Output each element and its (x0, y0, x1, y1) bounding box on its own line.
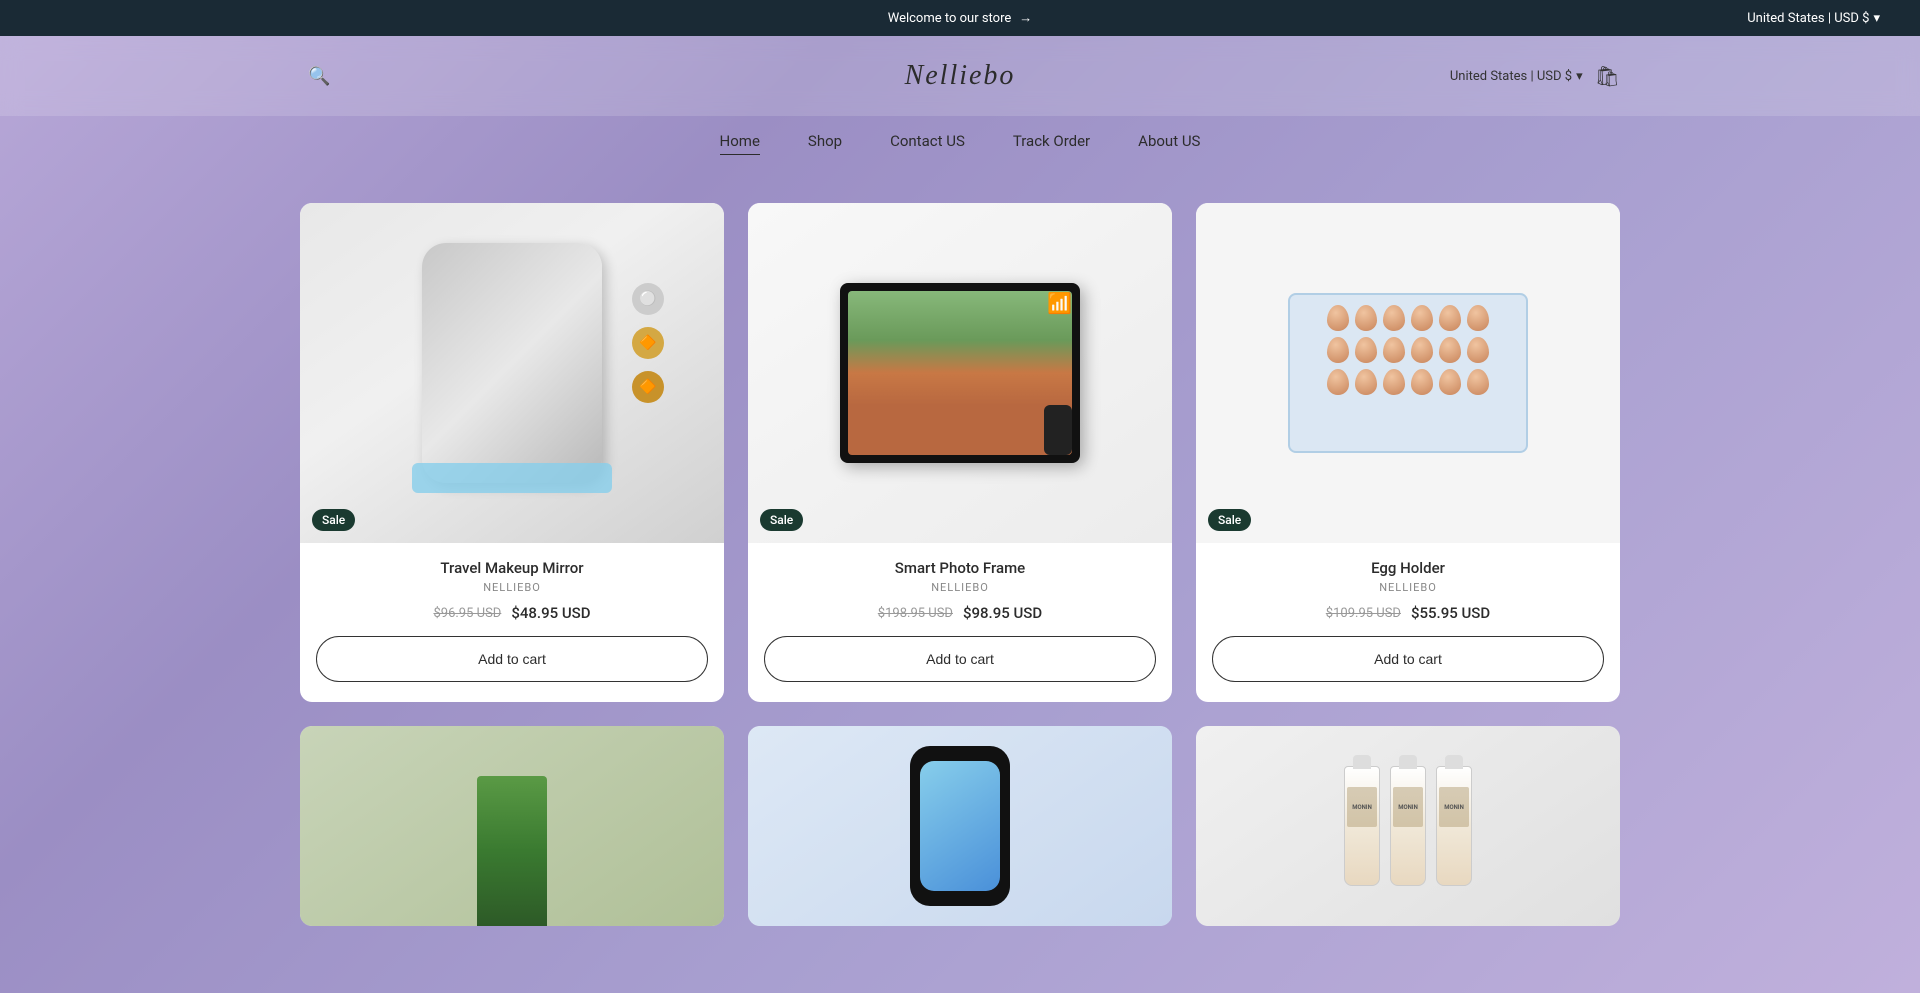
frame-screen (848, 291, 1072, 455)
egg-3 (1383, 305, 1405, 331)
nav-home[interactable]: Home (720, 132, 760, 155)
nav-track-order[interactable]: Track Order (1013, 132, 1090, 155)
product-vendor-egg: NELLIEBO (1212, 581, 1604, 594)
add-to-cart-mirror[interactable]: Add to cart (316, 636, 708, 682)
bottle-1: MONIN (1344, 766, 1380, 886)
product-card-plant (300, 726, 724, 926)
mirror-icon-2: 🔶 (632, 327, 664, 359)
product-card-frame: 📶 Sale Smart Photo Frame NELLIEBO $198.9… (748, 203, 1172, 702)
nav-shop[interactable]: Shop (808, 132, 842, 155)
cart-icon: 🛍 (1595, 66, 1620, 88)
egg-2 (1355, 305, 1377, 331)
product-name-frame: Smart Photo Frame (764, 559, 1156, 577)
bottle-3: MONIN (1436, 766, 1472, 886)
egg-12 (1467, 337, 1489, 363)
sale-badge-frame: Sale (760, 509, 803, 531)
announcement-bar: Welcome to our store → United States | U… (0, 0, 1920, 36)
product-info-mirror: Travel Makeup Mirror NELLIEBO $96.95 USD… (300, 543, 724, 702)
sale-badge-mirror: Sale (312, 509, 355, 531)
add-to-cart-egg[interactable]: Add to cart (1212, 636, 1604, 682)
add-to-cart-frame[interactable]: Add to cart (764, 636, 1156, 682)
main-nav: Home Shop Contact US Track Order About U… (0, 116, 1920, 163)
phone-screen (920, 761, 1000, 891)
egg-8 (1355, 337, 1377, 363)
plant-visual (477, 776, 547, 926)
country-selector-top[interactable]: United States | USD $ ▾ (1747, 11, 1880, 26)
egg-5 (1439, 305, 1461, 331)
chevron-down-icon: ▾ (1873, 11, 1880, 26)
mirror-icon-1: ⚪ (632, 283, 664, 315)
egg-7 (1327, 337, 1349, 363)
frame-people (848, 291, 1072, 455)
product-card-bottles: MONIN MONIN MONIN (1196, 726, 1620, 926)
main-content: ⚪ 🔶 🔶 Sale Travel Makeup Mirror NELLIEBO… (0, 163, 1920, 966)
price-sale-egg: $55.95 USD (1411, 604, 1490, 622)
product-image-egg: Sale (1196, 203, 1620, 543)
egg-14 (1355, 369, 1377, 395)
country-selector-header[interactable]: United States | USD $ ▾ (1450, 69, 1583, 84)
sale-badge-egg: Sale (1208, 509, 1251, 531)
price-original-mirror: $96.95 USD (433, 606, 501, 621)
product-info-egg: Egg Holder NELLIEBO $109.95 USD $55.95 U… (1196, 543, 1620, 702)
mirror-icon-3: 🔶 (632, 371, 664, 403)
welcome-arrow: → (1019, 10, 1032, 26)
egg-11 (1439, 337, 1461, 363)
mirror-visual (422, 243, 602, 483)
product-card-phone (748, 726, 1172, 926)
egg-18 (1467, 369, 1489, 395)
search-button[interactable]: 🔍 (300, 58, 338, 95)
product-card-egg: Sale Egg Holder NELLIEBO $109.95 USD $55… (1196, 203, 1620, 702)
price-original-egg: $109.95 USD (1326, 606, 1401, 621)
mirror-icons: ⚪ 🔶 🔶 (632, 283, 664, 403)
product-vendor-frame: NELLIEBO (764, 581, 1156, 594)
egg-15 (1383, 369, 1405, 395)
bottle-2: MONIN (1390, 766, 1426, 886)
egg-row-2 (1300, 337, 1516, 363)
header: 🔍 Nelliebo United States | USD $ ▾ 🛍 (0, 36, 1920, 116)
frame-visual: 📶 (840, 283, 1080, 463)
price-original-frame: $198.95 USD (878, 606, 953, 621)
product-grid-partial: MONIN MONIN MONIN (300, 726, 1620, 926)
mirror-base (412, 463, 612, 493)
product-card-mirror: ⚪ 🔶 🔶 Sale Travel Makeup Mirror NELLIEBO… (300, 203, 724, 702)
product-grid: ⚪ 🔶 🔶 Sale Travel Makeup Mirror NELLIEBO… (300, 203, 1620, 702)
phone-visual (910, 746, 1010, 906)
product-vendor-mirror: NELLIEBO (316, 581, 708, 594)
site-logo[interactable]: Nelliebo (905, 60, 1016, 92)
egg-16 (1411, 369, 1433, 395)
product-info-frame: Smart Photo Frame NELLIEBO $198.95 USD $… (748, 543, 1172, 702)
egg-10 (1411, 337, 1433, 363)
wifi-icon: 📶 (1047, 291, 1072, 315)
price-sale-mirror: $48.95 USD (511, 604, 590, 622)
header-left: 🔍 (300, 58, 338, 95)
nav-contact[interactable]: Contact US (890, 132, 965, 155)
product-image-frame: 📶 Sale (748, 203, 1172, 543)
egg-13 (1327, 369, 1349, 395)
egg-row-1 (1300, 305, 1516, 331)
product-price-mirror: $96.95 USD $48.95 USD (316, 604, 708, 622)
product-price-frame: $198.95 USD $98.95 USD (764, 604, 1156, 622)
product-name-egg: Egg Holder (1212, 559, 1604, 577)
product-name-mirror: Travel Makeup Mirror (316, 559, 708, 577)
welcome-label: Welcome to our store (888, 11, 1012, 26)
search-icon: 🔍 (308, 66, 330, 86)
egg-4 (1411, 305, 1433, 331)
chevron-down-icon-header: ▾ (1576, 69, 1583, 84)
egg-row-3 (1300, 369, 1516, 395)
phone-badge (1044, 405, 1072, 455)
country-label-header: United States | USD $ (1450, 69, 1572, 84)
egg-6 (1467, 305, 1489, 331)
egg-17 (1439, 369, 1461, 395)
nav-about[interactable]: About US (1138, 132, 1200, 155)
egg-9 (1383, 337, 1405, 363)
egg-1 (1327, 305, 1349, 331)
cart-button[interactable]: 🛍 (1595, 64, 1620, 89)
welcome-text[interactable]: Welcome to our store → (888, 10, 1033, 26)
country-label-top: United States | USD $ (1747, 11, 1869, 26)
product-price-egg: $109.95 USD $55.95 USD (1212, 604, 1604, 622)
egg-holder-visual (1288, 293, 1528, 453)
product-image-mirror: ⚪ 🔶 🔶 Sale (300, 203, 724, 543)
header-right: United States | USD $ ▾ 🛍 (1450, 64, 1620, 89)
price-sale-frame: $98.95 USD (963, 604, 1042, 622)
